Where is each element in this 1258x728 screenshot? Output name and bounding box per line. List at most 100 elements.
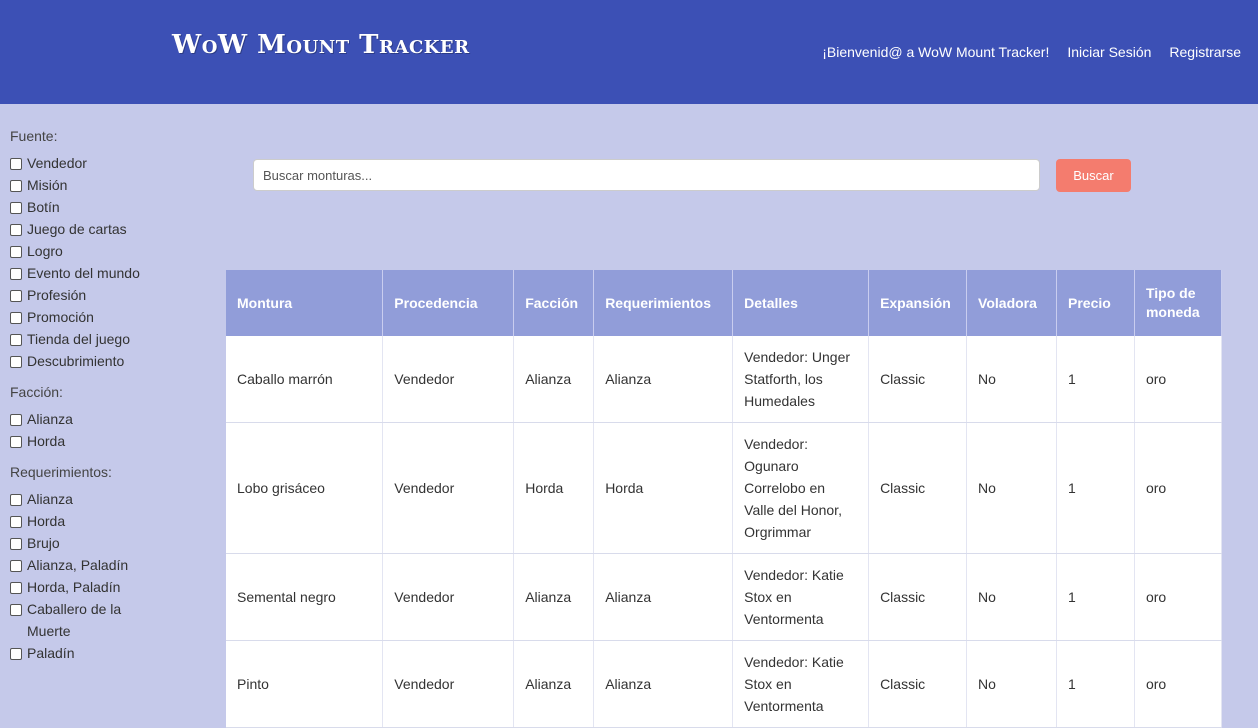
table-cell: 1	[1056, 640, 1135, 728]
table-cell: Semental negro	[226, 553, 384, 641]
column-header: Procedencia	[382, 270, 515, 336]
filter-option-source[interactable]: Botín	[10, 196, 142, 218]
filter-option-requirements[interactable]: Caballero de la Muerte	[10, 598, 142, 642]
navbar: WoW Mount Tracker ¡Bienvenid@ a WoW Moun…	[0, 0, 1258, 104]
checkbox[interactable]	[10, 290, 22, 302]
column-header: Precio	[1056, 270, 1135, 336]
checkbox[interactable]	[10, 604, 22, 616]
table-cell: Vendedor	[382, 422, 515, 554]
search-button[interactable]: Buscar	[1056, 159, 1131, 192]
filter-option-label: Tienda del juego	[27, 331, 131, 347]
filter-option-label: Promoción	[27, 309, 94, 325]
filter-group-faction: Facción: Alianza Horda	[10, 384, 142, 452]
table-cell: No	[966, 336, 1058, 423]
checkbox[interactable]	[10, 334, 22, 346]
table-row[interactable]: Semental negro Vendedor Alianza Alianza Vend…	[226, 553, 1223, 641]
checkbox[interactable]	[10, 436, 22, 448]
table-cell: Alianza	[513, 336, 595, 423]
checkbox[interactable]	[10, 516, 22, 528]
table-cell: Vendedor: Katie Stox en Ventormenta	[732, 640, 870, 728]
filter-option-label: Alianza	[27, 491, 73, 507]
login-link[interactable]: Iniciar Sesión	[1067, 44, 1151, 60]
table-cell: Vendedor: Katie Stox en Ventormenta	[732, 553, 870, 641]
filter-option-requirements[interactable]: Paladín	[10, 642, 142, 664]
table-cell: Pinto	[226, 640, 384, 728]
filter-option-label: Horda	[27, 433, 66, 449]
filter-option-label: Alianza	[27, 411, 73, 427]
filter-title-requirements: Requerimientos:	[10, 464, 112, 480]
checkbox[interactable]	[10, 648, 22, 660]
table-cell: oro	[1134, 553, 1223, 641]
brand-logo[interactable]: WoW Mount Tracker	[172, 30, 470, 60]
table-cell: oro	[1134, 422, 1223, 554]
table-cell: Alianza	[593, 553, 734, 641]
table-cell: Alianza	[593, 640, 734, 728]
checkbox[interactable]	[10, 538, 22, 550]
table-cell: Vendedor	[382, 553, 515, 641]
filter-option-faction[interactable]: Alianza	[10, 408, 142, 430]
table-row[interactable]: Lobo grisáceo Vendedor Horda Horda Vendedor:…	[226, 422, 1223, 554]
checkbox[interactable]	[10, 494, 22, 506]
table-cell: Caballo marrón	[226, 336, 384, 423]
checkbox[interactable]	[10, 312, 22, 324]
table-cell: 1	[1056, 336, 1135, 423]
column-header: Facción	[513, 270, 595, 336]
filter-option-source[interactable]: Evento del mundo	[10, 262, 142, 284]
filter-option-source[interactable]: Profesión	[10, 284, 142, 306]
table-cell: Lobo grisáceo	[226, 422, 384, 554]
welcome-text: ¡Bienvenid@ a WoW Mount Tracker!	[822, 44, 1050, 60]
table-cell: 1	[1056, 553, 1135, 641]
filter-option-label: Misión	[27, 177, 68, 193]
column-header: Requerimientos	[593, 270, 734, 336]
table-cell: Horda	[593, 422, 734, 554]
filter-option-requirements[interactable]: Alianza, Paladín	[10, 554, 142, 576]
checkbox[interactable]	[10, 268, 22, 280]
register-link[interactable]: Registrarse	[1169, 44, 1241, 60]
filter-option-source[interactable]: Logro	[10, 240, 142, 262]
filter-option-label: Horda, Paladín	[27, 579, 121, 595]
filter-option-label: Alianza, Paladín	[27, 557, 129, 573]
checkbox[interactable]	[10, 356, 22, 368]
filter-option-source[interactable]: Promoción	[10, 306, 142, 328]
checkbox[interactable]	[10, 158, 22, 170]
checkbox[interactable]	[10, 224, 22, 236]
table-cell: No	[966, 422, 1058, 554]
table-cell: Vendedor: Unger Statforth, los Humedales	[732, 336, 870, 423]
checkbox[interactable]	[10, 582, 22, 594]
filter-group-source: Fuente: Vendedor Misión Botín Juego de cart…	[10, 128, 142, 372]
filter-option-faction[interactable]: Horda	[10, 430, 142, 452]
filter-option-requirements[interactable]: Horda	[10, 510, 142, 532]
table-cell: 1	[1056, 422, 1135, 554]
filter-option-label: Logro	[27, 243, 63, 259]
table-cell: Alianza	[593, 336, 734, 423]
filter-option-label: Descubrimiento	[27, 353, 125, 369]
table-cell: oro	[1134, 336, 1223, 423]
filter-option-label: Botín	[27, 199, 60, 215]
filter-option-source[interactable]: Vendedor	[10, 152, 142, 174]
checkbox[interactable]	[10, 560, 22, 572]
table-row[interactable]: Pinto Vendedor Alianza Alianza Vendedor: Kat…	[226, 640, 1223, 728]
table-cell: Classic	[868, 553, 968, 641]
filter-option-label: Juego de cartas	[27, 221, 127, 237]
search-input[interactable]	[253, 159, 1040, 191]
filter-option-requirements[interactable]: Alianza	[10, 488, 142, 510]
filter-option-label: Horda	[27, 513, 66, 529]
table-cell: Classic	[868, 336, 968, 423]
filter-option-label: Brujo	[27, 535, 60, 551]
table-cell: Vendedor	[382, 336, 515, 423]
filter-option-source[interactable]: Tienda del juego	[10, 328, 142, 350]
filter-option-source[interactable]: Juego de cartas	[10, 218, 142, 240]
table-cell: Horda	[513, 422, 595, 554]
checkbox[interactable]	[10, 180, 22, 192]
filter-option-requirements[interactable]: Horda, Paladín	[10, 576, 142, 598]
table-row[interactable]: Caballo marrón Vendedor Alianza Alianza Vend…	[226, 336, 1223, 423]
checkbox[interactable]	[10, 202, 22, 214]
filter-option-requirements[interactable]: Brujo	[10, 532, 142, 554]
checkbox[interactable]	[10, 246, 22, 258]
table-cell: Vendedor	[382, 640, 515, 728]
checkbox[interactable]	[10, 414, 22, 426]
filter-option-source[interactable]: Misión	[10, 174, 142, 196]
table-cell: Vendedor: Ogunaro Correlobo en Valle del…	[732, 422, 870, 554]
filter-option-source[interactable]: Descubrimiento	[10, 350, 142, 372]
table-cell: No	[966, 640, 1058, 728]
